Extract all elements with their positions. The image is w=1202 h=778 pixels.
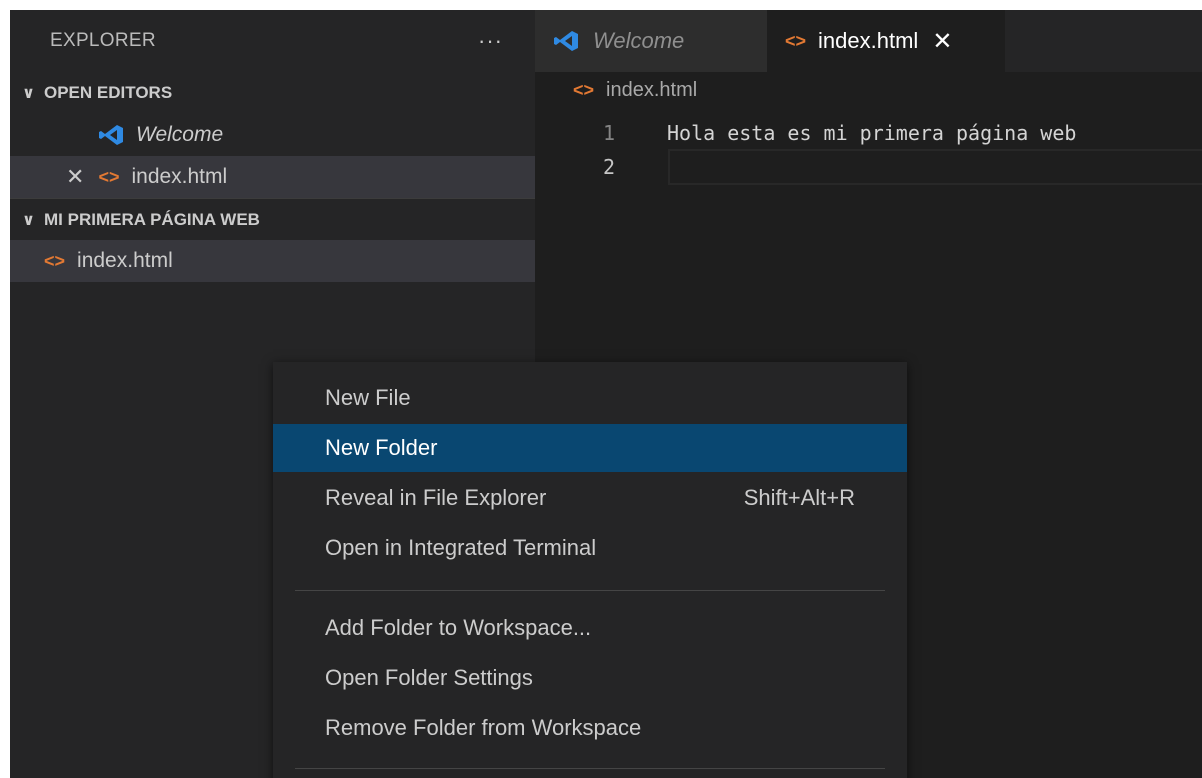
open-editor-label: index.html [131,165,228,188]
menu-item-remove-folder-from-workspace[interactable]: Remove Folder from Workspace [273,704,907,752]
line-number: 1 [602,121,615,145]
menu-item-new-file[interactable]: New File [273,374,907,422]
menu-separator [295,590,885,591]
menu-item-reveal-in-file-explorer[interactable]: Reveal in File Explorer Shift+Alt+R [273,474,907,522]
html-icon: <> [44,250,66,271]
context-menu: New File New Folder Reveal in File Explo… [273,362,907,778]
close-icon[interactable]: ✕ [66,164,84,190]
editor-tabs: Welcome <> index.html ✕ [535,10,1202,72]
menu-item-label: Reveal in File Explorer [325,485,547,510]
file-index-html[interactable]: <> index.html [10,240,535,282]
html-icon: <> [785,30,807,51]
close-icon[interactable]: ✕ [932,27,952,56]
vscode-icon [554,31,578,51]
current-line-highlight [668,149,1202,185]
menu-item-label: New File [325,385,411,410]
code-line-current[interactable]: 2 [535,149,1202,185]
tab-label: Welcome [593,28,685,53]
open-editor-index-html[interactable]: ✕ <> index.html [10,156,535,198]
more-actions-button[interactable]: ··· [478,28,503,54]
open-editor-welcome[interactable]: Welcome [10,114,535,156]
code-line[interactable]: 1 Hola esta es mi primera página web [535,116,1202,150]
line-number: 2 [602,155,615,179]
menu-item-label: Open in Integrated Terminal [325,535,597,560]
breadcrumb-file[interactable]: index.html [606,79,697,102]
explorer-header: EXPLORER ··· [10,10,535,72]
file-label: index.html [77,249,173,272]
open-editor-label: Welcome [136,123,224,146]
menu-item-add-folder-to-workspace[interactable]: Add Folder to Workspace... [273,604,907,652]
menu-item-label: Add Folder to Workspace... [325,615,592,640]
explorer-title: EXPLORER [50,30,156,51]
open-editors-title: OPEN EDITORS [44,83,173,102]
tab-welcome[interactable]: Welcome [535,10,767,72]
open-editors-header[interactable]: ∨ OPEN EDITORS [10,72,535,114]
workspace-folder-title: MI PRIMERA PÁGINA WEB [44,209,260,229]
menu-item-open-in-integrated-terminal[interactable]: Open in Integrated Terminal [273,524,907,572]
menu-item-new-folder[interactable]: New Folder [273,424,907,472]
tab-index-html[interactable]: <> index.html ✕ [767,10,1005,72]
tab-label: index.html [818,28,919,53]
breadcrumb[interactable]: <> index.html [535,72,1202,108]
menu-item-label: New Folder [325,435,438,460]
workspace-folder-header[interactable]: ∨ MI PRIMERA PÁGINA WEB [10,198,535,240]
menu-item-label: Remove Folder from Workspace [325,715,642,740]
menu-item-open-folder-settings[interactable]: Open Folder Settings [273,654,907,702]
chevron-down-icon: ∨ [22,211,35,229]
menu-item-shortcut: Shift+Alt+R [743,485,855,510]
menu-item-label: Open Folder Settings [325,665,533,690]
line-text[interactable]: Hola esta es mi primera página web [667,121,1076,145]
vscode-icon [99,125,123,145]
html-icon: <> [573,79,595,100]
vscode-window: EXPLORER ··· ∨ OPEN EDITORS Welcome ✕ <>… [10,10,1202,778]
chevron-down-icon: ∨ [22,85,35,102]
menu-separator [295,768,885,769]
html-icon: <> [98,166,120,187]
